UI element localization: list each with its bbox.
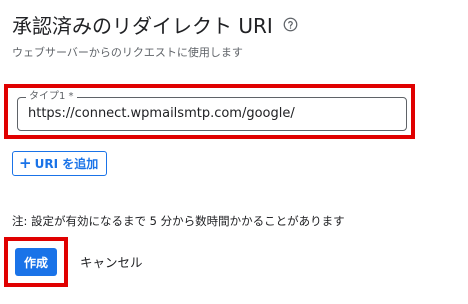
page-subtitle: ウェブサーバーからのリクエストに使用します	[12, 46, 243, 59]
plus-icon: +	[19, 154, 32, 172]
uri-field-highlight: タイプ1 * https://connect.wpmailsmtp.com/go…	[4, 84, 415, 139]
cancel-button[interactable]: キャンセル	[80, 252, 143, 271]
note-text: 注: 設定が有効になるまで 5 分から数時間かかることがあります	[12, 214, 345, 228]
help-circle-icon[interactable]	[283, 17, 299, 33]
create-button-highlight: 作成	[4, 237, 68, 287]
page-title: 承認済みのリダイレクト URI	[12, 14, 273, 38]
uri-input-value[interactable]: https://connect.wpmailsmtp.com/google/	[28, 106, 295, 122]
uri-input-label: タイプ1 *	[26, 91, 77, 103]
add-uri-button[interactable]: + URI を追加	[12, 151, 108, 176]
create-button[interactable]: 作成	[15, 248, 57, 276]
title-row: 承認済みのリダイレクト URI	[12, 10, 299, 39]
uri-input[interactable]: タイプ1 * https://connect.wpmailsmtp.com/go…	[17, 91, 407, 131]
add-uri-label: URI を追加	[34, 157, 99, 171]
redirect-uri-panel: 承認済みのリダイレクト URI ウェブサーバーからのリクエストに使用します タイ…	[0, 0, 468, 304]
